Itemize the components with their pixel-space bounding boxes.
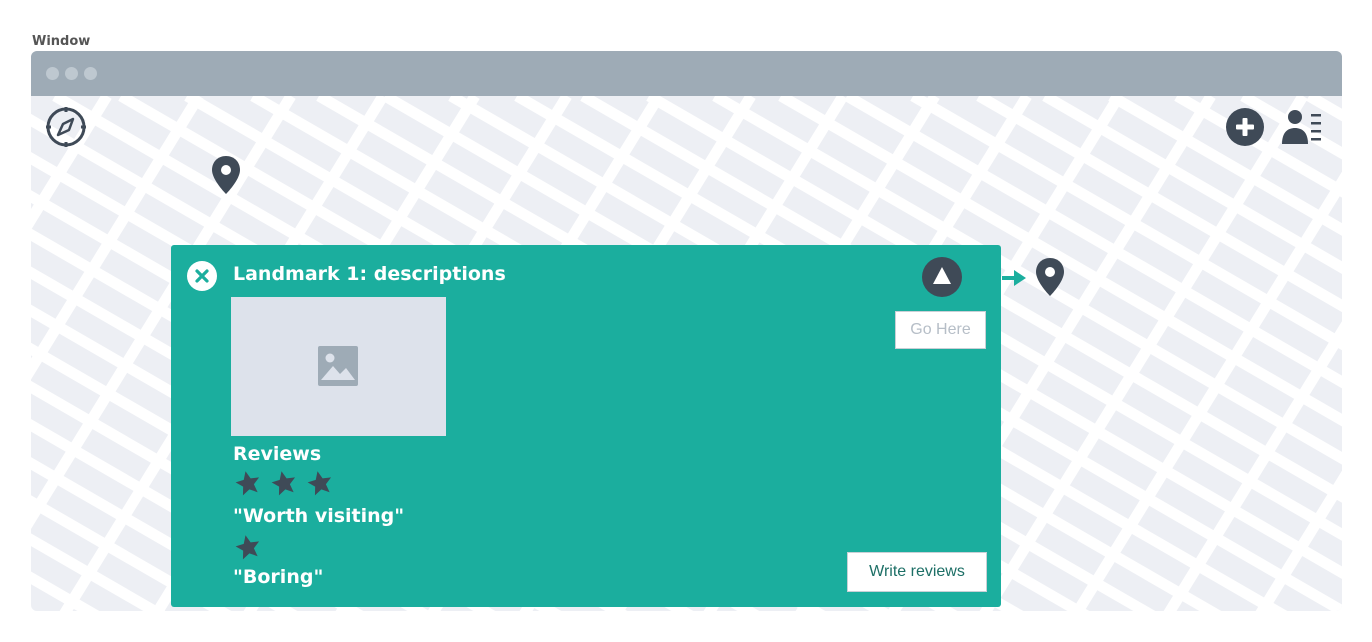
image-placeholder-icon (318, 346, 358, 386)
star-icon (235, 471, 260, 496)
review-text: "Worth visiting" (233, 505, 405, 527)
panel-title: Landmark 1: descriptions (233, 263, 506, 285)
star-icon (271, 471, 296, 496)
window-label: Window (32, 34, 91, 49)
star-icon (235, 535, 260, 560)
window-control-dot[interactable] (65, 67, 78, 80)
landmark-image (231, 297, 446, 436)
write-reviews-button[interactable]: Write reviews (847, 552, 987, 592)
star-rating (233, 533, 269, 561)
go-here-button[interactable]: Go Here (895, 311, 986, 349)
window-control-dot[interactable] (46, 67, 59, 80)
window-titlebar (31, 51, 1342, 96)
map-pin-icon[interactable] (1034, 257, 1066, 297)
compass-icon[interactable] (45, 106, 87, 148)
close-icon[interactable] (187, 261, 217, 291)
review-text: "Boring" (233, 566, 324, 588)
user-list-icon[interactable] (1281, 108, 1323, 146)
star-rating (233, 469, 341, 497)
app-window: Landmark 1: descriptions Go Here Reviews… (31, 51, 1342, 611)
window-control-dot[interactable] (84, 67, 97, 80)
star-icon (307, 471, 332, 496)
navigation-arrow-icon[interactable] (922, 257, 962, 297)
arrow-right-icon (1001, 268, 1027, 288)
reviews-heading: Reviews (233, 443, 322, 465)
plus-circle-icon[interactable] (1226, 108, 1264, 146)
map-pin-icon[interactable] (210, 155, 242, 195)
landmark-panel: Landmark 1: descriptions Go Here Reviews… (171, 245, 1001, 607)
